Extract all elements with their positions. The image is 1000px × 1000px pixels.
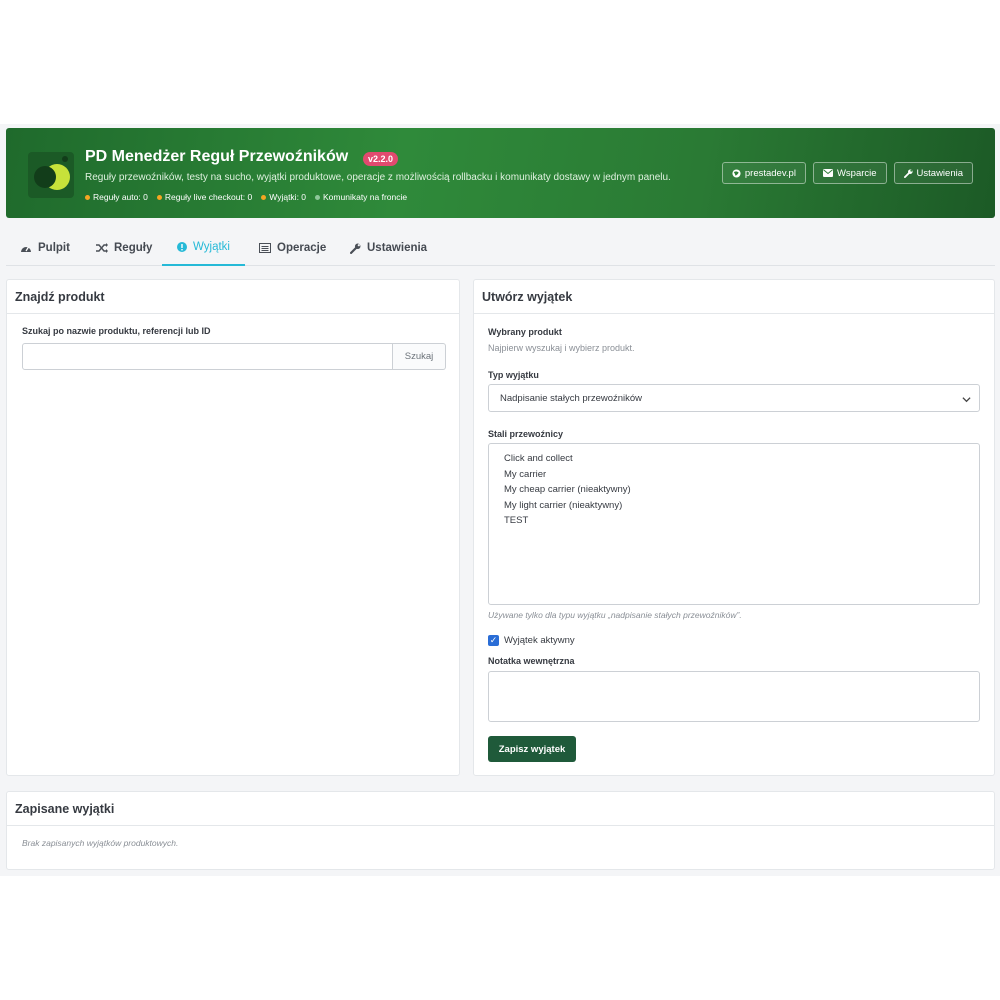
panel-title: Utwórz wyjątek (474, 280, 994, 314)
panel-title: Zapisane wyjątki (7, 792, 994, 826)
tab-ustawienia[interactable]: Ustawienia (350, 230, 427, 266)
stat-auto-rules: Reguły auto: 0 (85, 192, 148, 202)
tab-label: Operacje (277, 242, 327, 254)
internal-note-label: Notatka wewnętrzna (488, 656, 575, 666)
status-dot (261, 194, 267, 200)
globe-icon (732, 168, 741, 178)
tab-label: Pulpit (38, 242, 70, 254)
selected-product-label: Wybrany produkt (488, 327, 562, 337)
saved-exceptions-panel: Zapisane wyjątki Brak zapisanych wyjątkó… (6, 791, 995, 870)
dashboard-icon (21, 246, 31, 252)
exception-type-select[interactable]: Nadpisanie stałych przewoźników (488, 384, 980, 412)
select-value: Nadpisanie stałych przewoźników (500, 392, 643, 404)
stat-exceptions: Wyjątki: 0 (261, 192, 306, 202)
list-icon (259, 243, 271, 253)
empty-state-text: Brak zapisanych wyjątków produktowych. (22, 838, 179, 848)
carrier-option[interactable]: My light carrier (nieaktywny) (504, 498, 979, 514)
carrier-option[interactable]: TEST (504, 513, 979, 529)
tab-label: Ustawienia (367, 242, 428, 254)
module-title: PD Menedżer Reguł Przewoźników (85, 148, 349, 165)
prestadev-link-button[interactable]: prestadev.pl (721, 162, 806, 184)
tab-wyjatki[interactable]: Wyjątki (162, 230, 245, 266)
button-label: Ustawienia (916, 167, 963, 179)
active-checkbox[interactable]: ✓ (488, 635, 499, 646)
exclamation-icon (177, 242, 188, 252)
stat-front-messages: Komunikaty na froncie (315, 192, 407, 202)
panel-title: Znajdź produkt (7, 280, 459, 314)
settings-button[interactable]: Ustawienia (893, 162, 973, 184)
chevron-down-icon (962, 397, 971, 403)
stat-label: Wyjątki: 0 (269, 192, 307, 202)
button-label: prestadev.pl (744, 167, 796, 179)
internal-note-textarea[interactable] (488, 671, 980, 722)
stat-live-checkout: Reguły live checkout: 0 (156, 192, 253, 202)
stat-label: Komunikaty na froncie (323, 192, 408, 202)
checkbox-label: Wyjątek aktywny (504, 635, 575, 646)
tab-operacje[interactable]: Operacje (259, 230, 326, 266)
module-header-banner: PD Menedżer Reguł Przewoźników v2.2.0 Re… (6, 128, 995, 218)
tab-reguly[interactable]: Reguły (96, 230, 152, 266)
status-dot (315, 194, 321, 200)
selected-product-help: Najpierw wyszukaj i wybierz produkt. (488, 343, 635, 353)
stat-label: Reguły live checkout: 0 (164, 192, 253, 202)
find-product-panel: Znajdź produkt Szukaj po nazwie produktu… (6, 279, 460, 776)
status-dot (85, 194, 90, 200)
carrier-option[interactable]: My cheap carrier (nieaktywny) (504, 482, 979, 498)
tab-label: Reguły (114, 242, 153, 254)
search-button[interactable]: Szukaj (393, 343, 446, 370)
tab-pulpit[interactable]: Pulpit (20, 230, 70, 266)
status-dot (156, 194, 162, 200)
stat-label: Reguły auto: 0 (93, 192, 148, 202)
header-buttons: prestadev.pl Wsparcie Ustawienia (721, 162, 973, 184)
carrier-option[interactable]: Click and collect (504, 451, 979, 467)
module-page: PD Menedżer Reguł Przewoźników v2.2.0 Re… (0, 124, 1000, 876)
envelope-icon (822, 169, 833, 177)
version-badge: v2.2.0 (363, 152, 399, 166)
module-logo (28, 152, 74, 198)
button-label: Wsparcie (836, 167, 877, 179)
carriers-label: Stali przewoźnicy (488, 429, 564, 439)
product-search-input[interactable] (22, 343, 393, 370)
carriers-multiselect[interactable]: Click and collect My carrier My cheap ca… (488, 443, 980, 605)
search-label: Szukaj po nazwie produktu, referencji lu… (22, 326, 211, 336)
shuffle-icon (96, 243, 108, 253)
save-exception-button[interactable]: Zapisz wyjątek (488, 736, 576, 762)
module-tabs: Pulpit Reguły Wyjątki Operacje Ustawieni… (6, 230, 995, 266)
support-button[interactable]: Wsparcie (812, 162, 887, 184)
active-checkbox-row[interactable]: ✓ Wyjątek aktywny (488, 635, 575, 646)
exception-type-label: Typ wyjątku (488, 370, 539, 380)
wrench-icon (350, 243, 361, 254)
carriers-help: Używane tylko dla typu wyjątku „nadpisan… (488, 610, 742, 620)
create-exception-panel: Utwórz wyjątek Wybrany produkt Najpierw … (473, 279, 995, 776)
module-subtitle: Reguły przewoźników, testy na sucho, wyj… (85, 172, 671, 183)
tab-label: Wyjątki (193, 241, 230, 253)
wrench-icon (903, 168, 913, 178)
carrier-option[interactable]: My carrier (504, 467, 979, 483)
stats-row: Reguły auto: 0 Reguły live checkout: 0 W… (85, 192, 407, 202)
